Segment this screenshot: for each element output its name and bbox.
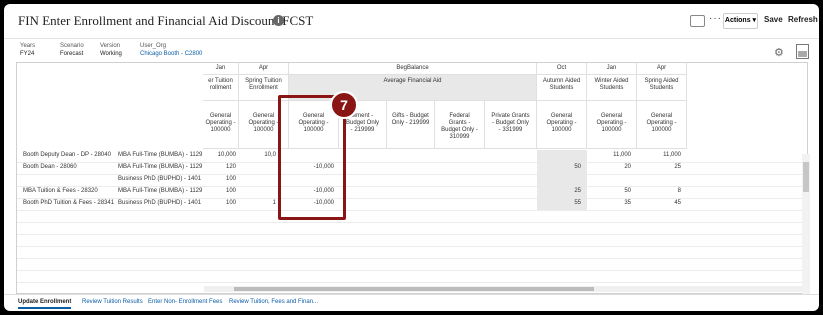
value-cell[interactable]: 20 xyxy=(587,164,631,170)
actions-menu-button[interactable]: Actions ▾ xyxy=(723,13,758,29)
tab-non-enrollment-fees[interactable]: Enter Non- Enrollment Fees xyxy=(148,299,222,305)
pov-label: User_Org xyxy=(140,43,167,49)
info-icon[interactable]: i xyxy=(273,15,284,26)
account-header: Federal Grants - Budget Only - 310999 xyxy=(435,101,485,149)
page-header: FIN Enter Enrollment and Financial Aid D… xyxy=(4,4,819,39)
pov-version[interactable]: Version Working xyxy=(100,42,122,58)
app-window: FIN Enter Enrollment and Financial Aid D… xyxy=(4,4,819,311)
program-cell: Business PhD (BUPHD) - 1401 xyxy=(118,176,202,182)
account-header: General Operating - 100000 xyxy=(637,101,687,149)
gray-cell xyxy=(537,150,587,162)
group-header: Autumn Aided Students xyxy=(537,75,587,101)
more-icon[interactable]: ··· xyxy=(709,13,722,24)
group-header: er Tuition rollment xyxy=(203,75,239,101)
value-cell[interactable]: 10,000 xyxy=(203,152,236,158)
gear-icon[interactable]: ⚙ xyxy=(774,46,784,59)
account-header: General Operating - 100000 xyxy=(203,101,239,149)
period-header: Apr xyxy=(637,63,687,75)
value-cell[interactable]: 11,000 xyxy=(587,152,631,158)
period-header: BegBalance xyxy=(289,63,537,75)
pov-label: Scenario xyxy=(60,43,84,49)
refresh-button[interactable]: Refresh xyxy=(788,15,818,24)
entity-cell: Booth Dean - 28060 xyxy=(23,164,77,170)
program-cell: MBA Full-Time (BUMBA) - 1129 xyxy=(118,164,203,170)
pov-value: FY24 xyxy=(20,51,35,57)
value-cell[interactable]: 25 xyxy=(637,164,681,170)
value-cell[interactable]: 120 xyxy=(203,164,236,170)
value-cell[interactable]: 55 xyxy=(537,200,581,206)
value-cell[interactable]: 25 xyxy=(537,188,581,194)
empty-row xyxy=(17,270,807,283)
horizontal-scrollbar[interactable] xyxy=(204,286,802,292)
pov-label: Version xyxy=(100,43,121,49)
step-badge: 7 xyxy=(330,91,358,119)
pov-years[interactable]: Years FY24 xyxy=(20,42,35,58)
account-header: General Operating - 100000 xyxy=(587,101,637,149)
entity-cell: MBA Tuition & Fees - 28320 xyxy=(23,188,98,194)
value-cell[interactable]: 100 xyxy=(203,200,236,206)
panel-toggle-icon[interactable] xyxy=(796,44,809,59)
value-cell[interactable]: 100 xyxy=(203,188,236,194)
pov-value: Chicago Booth - C2800 xyxy=(140,51,203,57)
value-cell[interactable]: 45 xyxy=(637,200,681,206)
page-title: FIN Enter Enrollment and Financial Aid D… xyxy=(18,13,314,28)
program-cell: MBA Full-Time (BUMBA) - 1129 xyxy=(118,152,203,158)
account-header: Gifts - Budget Only - 219999 xyxy=(387,101,435,149)
chat-icon[interactable] xyxy=(690,15,705,27)
tab-update-enrollment[interactable]: Update Enrollment xyxy=(18,299,72,309)
value-cell[interactable]: 11,000 xyxy=(637,152,681,158)
pov-value: Working xyxy=(100,51,122,57)
group-header: Winter Aided Students xyxy=(587,75,637,101)
account-header: General Operating - 100000 xyxy=(537,101,587,149)
tab-review-tuition-fees[interactable]: Review Tuition, Fees and Finan... xyxy=(229,299,318,305)
period-header: Apr xyxy=(239,63,289,75)
scroll-thumb[interactable] xyxy=(803,162,809,192)
value-cell[interactable]: 50 xyxy=(587,188,631,194)
pov-value: Forecast xyxy=(60,51,84,57)
value-cell[interactable]: 8 xyxy=(637,188,681,194)
scroll-thumb[interactable] xyxy=(234,287,594,291)
value-cell[interactable]: 10,0 xyxy=(239,152,276,158)
entity-cell: Booth PhD Tuition & Fees - 28341 xyxy=(23,200,115,206)
pov-scenario[interactable]: Scenario Forecast xyxy=(60,42,84,58)
value-cell[interactable]: 100 xyxy=(203,176,236,182)
group-header: Spring Aided Students xyxy=(637,75,687,101)
value-cell[interactable]: 50 xyxy=(537,164,581,170)
account-header: Private Grants - Budget Only - 331999 xyxy=(485,101,537,149)
period-header: Oct xyxy=(537,63,587,75)
value-cell[interactable]: 1 xyxy=(239,200,276,206)
period-header: Jan xyxy=(587,63,637,75)
tab-bar: Update Enrollment Review Tuition Results… xyxy=(4,294,819,311)
tab-review-tuition-results[interactable]: Review Tuition Results xyxy=(82,299,143,305)
data-grid: Jan Apr BegBalance Oct Jan Apr er Tuitio… xyxy=(16,62,808,294)
program-cell: Business PhD (BUPHD) - 1401 xyxy=(118,200,202,206)
value-cell[interactable]: 35 xyxy=(587,200,631,206)
vertical-scrollbar[interactable] xyxy=(802,154,810,294)
pov-label: Years xyxy=(20,43,36,49)
program-cell: MBA Full-Time (BUMBA) - 1129 xyxy=(118,188,203,194)
save-button[interactable]: Save xyxy=(764,15,783,24)
pov-user-org[interactable]: User_Org Chicago Booth - C2800 xyxy=(140,42,202,58)
gray-cell xyxy=(537,174,587,186)
entity-cell: Booth Deputy Dean - DP - 28040 xyxy=(23,152,111,158)
period-header: Jan xyxy=(203,63,239,75)
